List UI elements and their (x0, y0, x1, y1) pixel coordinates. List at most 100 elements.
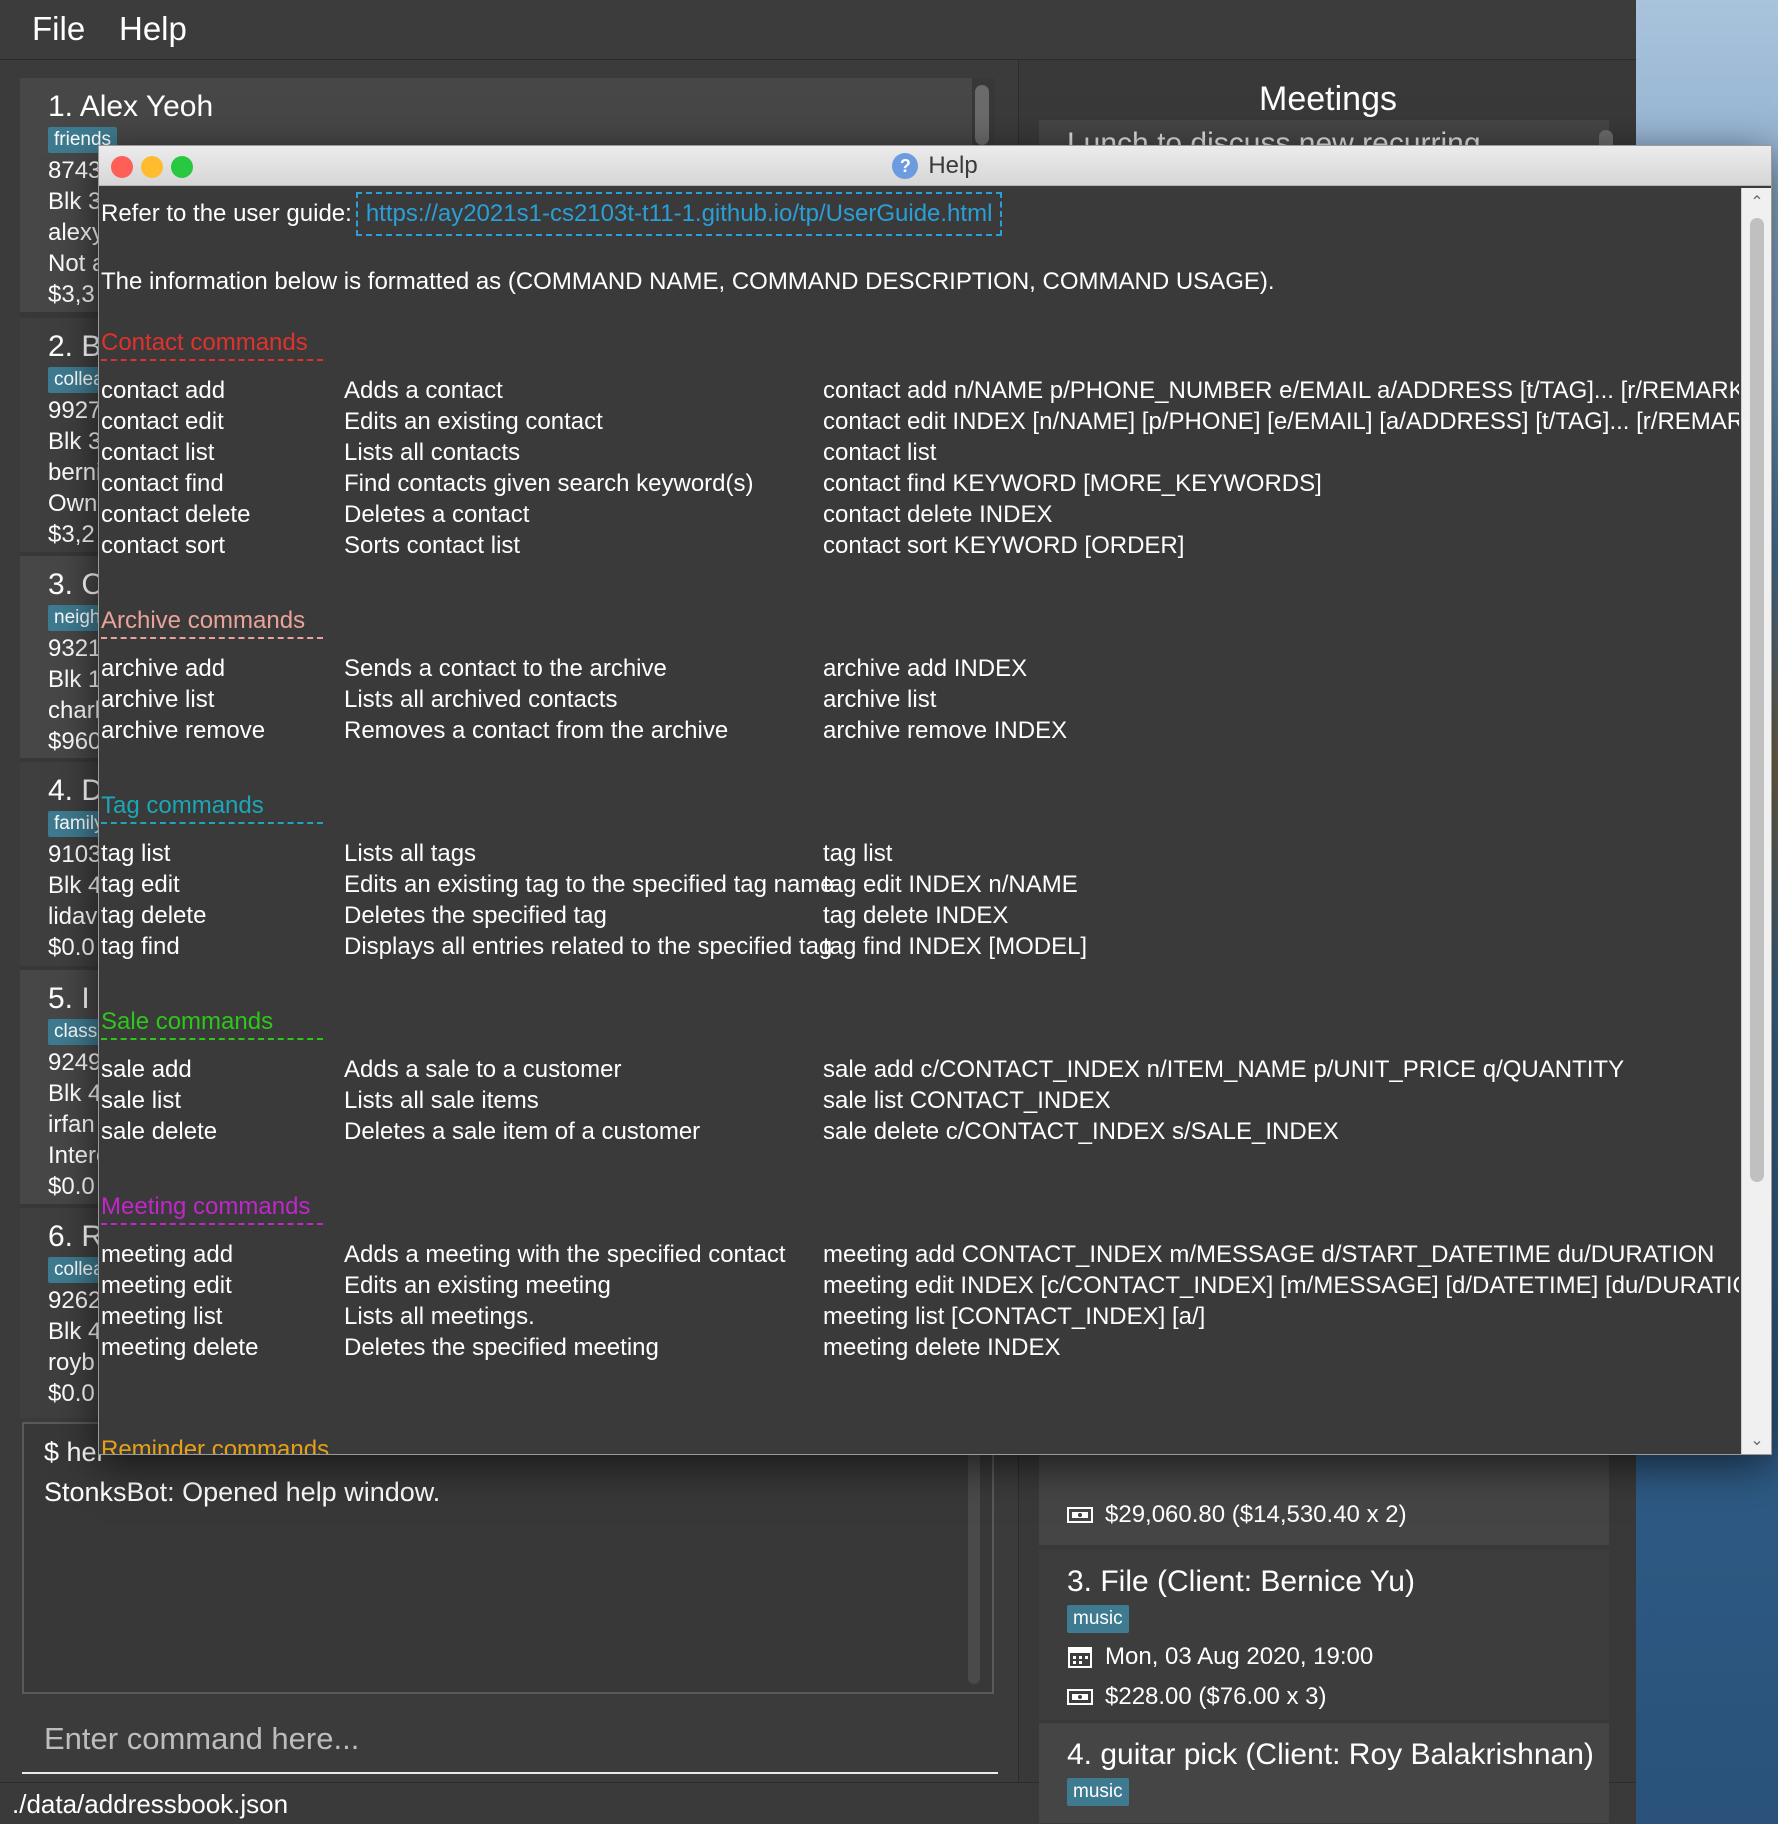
help-titlebar[interactable]: ? Help (99, 146, 1771, 186)
command-name: contact edit (101, 408, 224, 435)
calendar-icon (1068, 1647, 1092, 1668)
meeting-title: 4. guitar pick (Client: Roy Balakrishnan… (1067, 1738, 1594, 1771)
command-usage: meeting edit INDEX [c/CONTACT_INDEX] [m/… (823, 1272, 1739, 1299)
command-description: Edits an existing meeting (344, 1272, 611, 1299)
command-name: contact delete (101, 501, 251, 528)
meeting-card-partial[interactable]: $29,060.80 ($14,530.40 x 2) (1039, 1455, 1609, 1545)
meeting-amount: $228.00 ($76.00 x 3) (1105, 1683, 1327, 1710)
section-divider (101, 1223, 323, 1225)
command-usage: contact add n/NAME p/PHONE_NUMBER e/EMAI… (823, 377, 1739, 404)
command-row: contact delete Deletes a contact contact d… (101, 501, 1739, 532)
data-file-path: ./data/addressbook.json (12, 1789, 289, 1819)
section-divider (101, 637, 323, 639)
command-usage: sale list CONTACT_INDEX (823, 1087, 1111, 1114)
command-name: tag find (101, 933, 180, 960)
command-name: contact add (101, 377, 226, 404)
result-scrollbar[interactable] (968, 1444, 980, 1684)
command-description: Sorts contact list (344, 532, 521, 559)
command-description: Deletes a sale item of a customer (344, 1118, 701, 1145)
help-scroll-thumb[interactable] (1750, 218, 1764, 1182)
command-usage: contact edit INDEX [n/NAME] [p/PHONE] [e… (823, 408, 1739, 435)
command-description: Lists all meetings. (344, 1303, 535, 1330)
meeting-amount-row: $228.00 ($76.00 x 3) (1067, 1677, 1609, 1717)
command-description: Find contacts given search keyword(s) (344, 470, 754, 497)
command-row: sale list Lists all sale items sale list C… (101, 1087, 1739, 1118)
command-usage: meeting delete INDEX (823, 1334, 1061, 1361)
command-description: Edits an existing tag to the specified t… (344, 871, 841, 898)
command-usage: archive add INDEX (823, 655, 1028, 682)
meeting-commands-section: Meeting commands meeting add Adds a meeti… (101, 1191, 1739, 1365)
command-row: contact edit Edits an existing contact con… (101, 408, 1739, 439)
command-description: Lists all tags (344, 840, 477, 867)
result-display[interactable]: $ hel StonksBot: Opened help window. (22, 1422, 994, 1694)
tag-commands-section: Tag commands tag list Lists all tags tag l… (101, 790, 1739, 964)
command-name: tag edit (101, 871, 180, 898)
command-row: meeting list Lists all meetings. meeting l… (101, 1303, 1739, 1334)
contact-list-scrollbar[interactable] (975, 85, 989, 145)
contact-commands-section: Contact commands contact add Adds a conta… (101, 327, 1739, 563)
section-title: Reminder commands (101, 1436, 330, 1454)
command-description: Adds a sale to a customer (344, 1056, 622, 1083)
command-description: Lists all contacts (344, 439, 521, 466)
user-guide-link[interactable]: https://ay2021s1-cs2103t-t11-1.github.io… (355, 192, 1003, 236)
command-description: Deletes the specified tag (344, 902, 607, 929)
command-name: contact sort (101, 532, 226, 559)
command-row: contact sort Sorts contact list contact so… (101, 532, 1739, 563)
command-description: Displays all entries related to the spec… (344, 933, 833, 960)
meeting-datetime-row: Mon, 03 Aug 2020, 19:00 (1067, 1637, 1609, 1677)
command-row: meeting edit Edits an existing meeting mee… (101, 1272, 1739, 1303)
command-name: tag delete (101, 902, 207, 929)
command-row: contact find Find contacts given search k… (101, 470, 1739, 501)
command-input[interactable] (22, 1708, 998, 1770)
command-name: archive remove (101, 717, 266, 744)
reminder-commands-section: Reminder commands (101, 1434, 1739, 1454)
sale-commands-section: Sale commands sale add Adds a sale to a c… (101, 1006, 1739, 1149)
meetings-title: Meetings (1259, 80, 1397, 118)
contact-name: 1. Alex Yeoh (48, 90, 214, 123)
command-name: contact list (101, 439, 215, 466)
command-usage: archive remove INDEX (823, 717, 1068, 744)
contact-tag: class (48, 1019, 104, 1045)
help-scrollbar[interactable]: ⌃ ⌄ (1741, 188, 1771, 1454)
meeting-tag: music (1067, 1605, 1129, 1633)
money-icon (1067, 1507, 1093, 1523)
meeting-card[interactable]: 4. guitar pick (Client: Roy Balakrishnan… (1039, 1723, 1609, 1823)
help-window-title: Help (928, 152, 978, 179)
menu-file[interactable]: File (32, 10, 85, 48)
command-name: contact find (101, 470, 224, 497)
command-row: tag edit Edits an existing tag to the spe… (101, 871, 1739, 902)
scroll-up-arrow-icon[interactable]: ⌃ (1742, 192, 1771, 212)
help-content[interactable]: Refer to the user guide: https://ay2021s… (101, 188, 1739, 1454)
command-row: meeting delete Deletes the specified meet… (101, 1334, 1739, 1365)
command-usage: sale delete c/CONTACT_INDEX s/SALE_INDEX (823, 1118, 1339, 1145)
command-usage: tag edit INDEX n/NAME (823, 871, 1078, 898)
command-name: archive list (101, 686, 215, 713)
archive-commands-section: Archive commands archive add Sends a cont… (101, 605, 1739, 748)
command-row: archive list Lists all archived contacts a… (101, 686, 1739, 717)
command-usage: meeting list [CONTACT_INDEX] [a/] (823, 1303, 1206, 1330)
meeting-card[interactable]: 3. File (Client: Bernice Yu) music Mon, … (1039, 1550, 1609, 1720)
command-usage: contact sort KEYWORD [ORDER] (823, 532, 1185, 559)
section-title: Tag commands (101, 792, 264, 819)
user-guide-row: Refer to the user guide: https://ay2021s… (101, 192, 1003, 236)
command-usage: meeting add CONTACT_INDEX m/MESSAGE d/ST… (823, 1241, 1715, 1268)
command-row: tag find Displays all entries related to … (101, 933, 1739, 964)
command-description: Adds a meeting with the specified contac… (344, 1241, 786, 1268)
command-description: Deletes a contact (344, 501, 530, 528)
menu-help[interactable]: Help (119, 10, 187, 48)
section-title: Sale commands (101, 1008, 274, 1035)
command-row: meeting add Adds a meeting with the speci… (101, 1241, 1739, 1272)
menu-bar: File Help (0, 0, 1636, 60)
command-usage: contact delete INDEX (823, 501, 1053, 528)
command-row: tag delete Deletes the specified tag tag d… (101, 902, 1739, 933)
command-name: meeting edit (101, 1272, 232, 1299)
scroll-down-arrow-icon[interactable]: ⌄ (1742, 1430, 1771, 1450)
command-description: Deletes the specified meeting (344, 1334, 659, 1361)
section-divider (101, 1038, 323, 1040)
help-question-icon: ? (892, 153, 919, 179)
command-description: Adds a contact (344, 377, 503, 404)
section-divider (101, 822, 323, 824)
format-note: The information below is formatted as (C… (101, 268, 1275, 295)
command-name: meeting delete (101, 1334, 259, 1361)
meeting-title: 3. File (Client: Bernice Yu) (1067, 1565, 1415, 1598)
